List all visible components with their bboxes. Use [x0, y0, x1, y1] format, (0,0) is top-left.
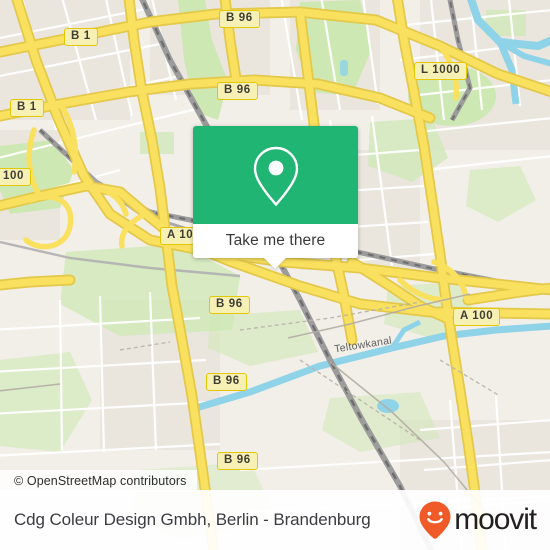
map-screenshot-root: B 1 B 96 B 96 L 1000 B 1 100 A 10 B 96 A…: [0, 0, 550, 550]
road-shield: B 96: [219, 10, 260, 28]
road-shield: 100: [0, 168, 31, 186]
road-shield: B 96: [209, 296, 250, 314]
road-shield: B 96: [217, 452, 258, 470]
callout-action-area[interactable]: Take me there: [193, 224, 358, 258]
moovit-logo[interactable]: moovit: [418, 500, 537, 540]
place-title: Cdg Coleur Design Gmbh, Berlin - Branden…: [14, 510, 371, 529]
take-me-there-label: Take me there: [225, 232, 326, 249]
map-pin-icon: [253, 146, 298, 206]
moovit-pin-icon: [419, 501, 451, 539]
map-canvas[interactable]: [0, 0, 550, 550]
road-shield: B 96: [217, 82, 258, 100]
road-shield: B 96: [206, 373, 247, 391]
callout-pointer: [263, 257, 287, 269]
road-shield: L 1000: [414, 62, 468, 80]
road-shield: A 100: [453, 308, 501, 326]
footer-bar: Cdg Coleur Design Gmbh, Berlin - Branden…: [0, 490, 550, 550]
location-callout-card[interactable]: Take me there: [193, 126, 358, 269]
osm-attribution-text: © OpenStreetMap contributors: [14, 474, 187, 488]
osm-attribution[interactable]: © OpenStreetMap contributors: [0, 470, 197, 492]
moovit-wordmark: moovit: [454, 503, 537, 536]
road-shield: B 1: [10, 99, 44, 117]
callout-image-area: [193, 126, 358, 224]
road-shield: B 1: [64, 28, 98, 46]
